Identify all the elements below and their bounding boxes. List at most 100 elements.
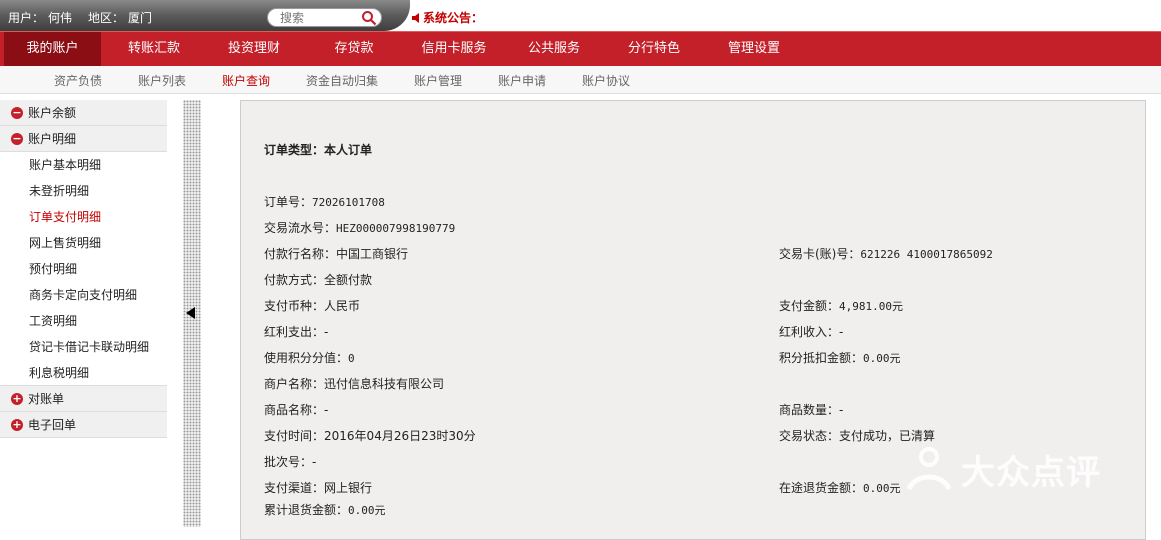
bonus-in-value: -: [839, 325, 844, 339]
sidebar-item-order-payment[interactable]: 订单支付明细: [0, 204, 167, 230]
merchant-value: 迅付信息科技有限公司: [324, 377, 445, 391]
refund-transit-row: 在途退货金额：0.00元: [779, 479, 901, 496]
sidebar-balance-label: 账户余额: [28, 106, 77, 120]
search-icon[interactable]: [361, 10, 377, 26]
user-info: 用户： 何伟 地区： 厦门: [8, 9, 156, 26]
payer-bank-value: 中国工商银行: [336, 247, 409, 261]
merchant-row: 商户名称：迅付信息科技有限公司: [264, 375, 444, 392]
card-label: 交易卡(账)号：: [779, 247, 861, 261]
nav-public-service[interactable]: 公共服务: [504, 32, 604, 66]
pay-method-row: 付款方式：全额付款: [264, 271, 372, 288]
speaker-icon: [412, 12, 419, 23]
watermark-text: 大众点评: [961, 453, 1101, 493]
announcement: 系统公告：: [412, 9, 483, 26]
nav-credit-card[interactable]: 信用卡服务: [404, 32, 504, 66]
nav-branch[interactable]: 分行特色: [604, 32, 704, 66]
merchant-label: 商户名称：: [264, 377, 325, 391]
sidebar: − 账户余额 − 账户明细 账户基本明细 未登折明细 订单支付明细 网上售货明细 预…: [0, 100, 167, 438]
amount-label: 支付金额：: [779, 299, 840, 313]
nav-transfer[interactable]: 转账汇款: [104, 32, 204, 66]
pay-time-value: 2016年04月26日23时30分: [324, 429, 476, 443]
pay-method-value: 全额付款: [324, 273, 373, 287]
subnav-account-manage[interactable]: 账户管理: [414, 72, 462, 89]
points-used-row: 使用积分分值：0: [264, 349, 355, 366]
sub-nav: 资产负债 账户列表 账户查询 资金自动归集 账户管理 账户申请 账户协议: [0, 66, 1161, 94]
subnav-account-query[interactable]: 账户查询: [222, 72, 270, 89]
batch-value: -: [312, 455, 317, 469]
serial-row: 交易流水号：HEZ000007998190779: [264, 219, 455, 236]
qty-value: -: [839, 403, 844, 417]
expand-icon: +: [11, 417, 23, 431]
sidebar-statement-label: 对账单: [28, 392, 65, 406]
sidebar-item-basic-detail[interactable]: 账户基本明细: [0, 152, 167, 178]
sidebar-item-interest-tax[interactable]: 利息税明细: [0, 360, 167, 386]
order-no-value: 72026101708: [312, 196, 385, 209]
amount-row: 支付金额：4,981.00元: [779, 297, 903, 314]
collapse-icon: −: [11, 131, 23, 145]
batch-label: 批次号：: [264, 455, 313, 469]
subnav-account-agreement[interactable]: 账户协议: [582, 72, 630, 89]
nav-my-account[interactable]: 我的账户: [4, 32, 101, 66]
sidebar-item-online-sales[interactable]: 网上售货明细: [0, 230, 167, 256]
currency-value: 人民币: [324, 299, 361, 313]
sidebar-item-unposted[interactable]: 未登折明细: [0, 178, 167, 204]
qty-label: 商品数量：: [779, 403, 840, 417]
order-type-title: 订单类型：本人订单: [264, 143, 373, 157]
card-value: 621226 4100017865092: [860, 248, 993, 261]
product-value: -: [324, 403, 329, 417]
pay-method-label: 付款方式：: [264, 273, 325, 287]
currency-label: 支付币种：: [264, 299, 325, 313]
bonus-out-value: -: [324, 325, 329, 339]
dianping-watermark: 大众点评: [905, 445, 1101, 494]
subnav-account-list[interactable]: 账户列表: [138, 72, 186, 89]
pay-time-label: 支付时间：: [264, 429, 325, 443]
points-deduct-row: 积分抵扣金额：0.00元: [779, 349, 901, 366]
subnav-fund-sweep[interactable]: 资金自动归集: [306, 72, 378, 89]
user-name: 何伟: [48, 11, 73, 25]
sidebar-details[interactable]: − 账户明细: [0, 126, 167, 152]
sidebar-statement[interactable]: + 对账单: [0, 386, 167, 412]
sidebar-balance[interactable]: − 账户余额: [0, 100, 167, 126]
sidebar-item-salary[interactable]: 工资明细: [0, 308, 167, 334]
points-deduct-label: 积分抵扣金额：: [779, 351, 864, 365]
bonus-in-label: 红利收入：: [779, 325, 840, 339]
subnav-assets[interactable]: 资产负债: [54, 72, 102, 89]
expand-icon: +: [11, 391, 23, 405]
announcement-label: 系统公告：: [423, 11, 484, 25]
sidebar-item-card-link[interactable]: 贷记卡借记卡联动明细: [0, 334, 167, 360]
region-name: 厦门: [128, 11, 153, 25]
sidebar-item-prepaid[interactable]: 预付明细: [0, 256, 167, 282]
bonus-in-row: 红利收入：-: [779, 323, 843, 340]
sidebar-e-receipt[interactable]: + 电子回单: [0, 412, 167, 438]
refund-total-label: 累计退货金额：: [264, 503, 349, 517]
qty-row: 商品数量：-: [779, 401, 843, 418]
points-deduct-value: 0.00元: [863, 352, 901, 365]
nav-deposit-loan[interactable]: 存贷款: [304, 32, 404, 66]
order-no-label: 订单号：: [264, 195, 313, 209]
currency-row: 支付币种：人民币: [264, 297, 360, 314]
user-bar: 用户： 何伟 地区： 厦门: [0, 0, 410, 31]
order-no-row: 订单号：72026101708: [264, 193, 385, 210]
main-nav: 我的账户 转账汇款 投资理财 存贷款 信用卡服务 公共服务 分行特色 管理设置: [0, 31, 1161, 66]
search-input[interactable]: [280, 10, 358, 26]
card-row: 交易卡(账)号：621226 4100017865092: [779, 245, 993, 262]
pay-time-row: 支付时间：2016年04月26日23时30分: [264, 427, 476, 444]
points-used-label: 使用积分分值：: [264, 351, 349, 365]
sidebar-details-label: 账户明细: [28, 132, 77, 146]
points-used-value: 0: [348, 352, 355, 365]
search-box[interactable]: [267, 8, 382, 27]
nav-investment[interactable]: 投资理财: [204, 32, 304, 66]
bonus-out-row: 红利支出：-: [264, 323, 328, 340]
status-row: 交易状态：支付成功，已清算: [779, 427, 935, 444]
refund-total-row: 累计退货金额：0.00元: [264, 501, 386, 518]
status-value: 支付成功，已清算: [839, 429, 936, 443]
region-label: 地区：: [88, 11, 125, 25]
sidebar-e-receipt-label: 电子回单: [28, 418, 77, 432]
payer-bank-row: 付款行名称：中国工商银行: [264, 245, 408, 262]
subnav-account-apply[interactable]: 账户申请: [498, 72, 546, 89]
sidebar-item-business-card[interactable]: 商务卡定向支付明细: [0, 282, 167, 308]
dianping-logo-icon: [906, 446, 952, 490]
collapse-arrow-icon[interactable]: [186, 307, 195, 319]
nav-settings[interactable]: 管理设置: [704, 32, 804, 66]
refund-total-value: 0.00元: [348, 504, 386, 517]
